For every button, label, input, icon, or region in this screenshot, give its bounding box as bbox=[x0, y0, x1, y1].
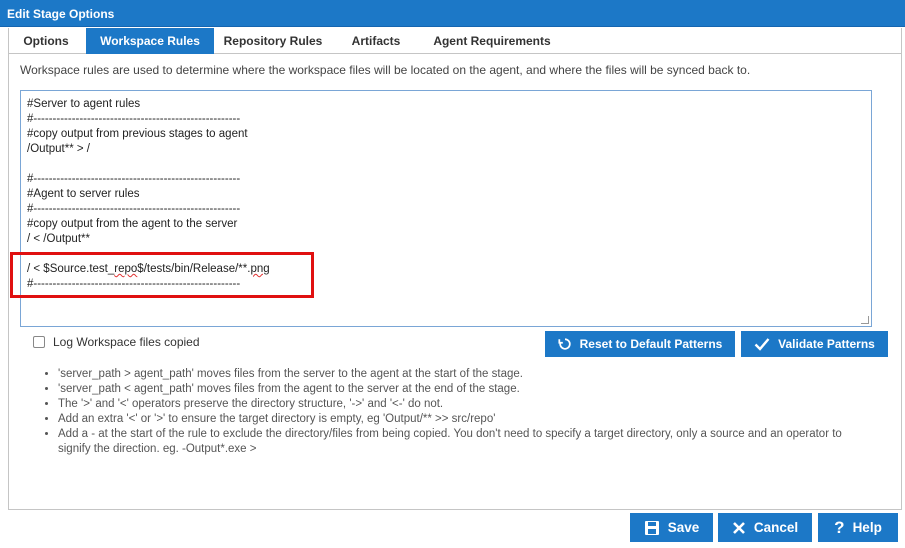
tab-repository-rules[interactable]: Repository Rules bbox=[216, 28, 330, 54]
close-icon bbox=[732, 521, 746, 535]
editor-line: #copy output from the agent to the serve… bbox=[27, 218, 238, 230]
editor-line: #---------------------------------------… bbox=[27, 113, 241, 125]
note-item: The '>' and '<' operators preserve the d… bbox=[58, 397, 870, 412]
cancel-button[interactable]: Cancel bbox=[718, 513, 812, 542]
save-icon bbox=[644, 520, 660, 536]
editor-line: #---------------------------------------… bbox=[27, 173, 241, 185]
tab-options[interactable]: Options bbox=[8, 28, 84, 54]
editor-line: #Server to agent rules bbox=[27, 98, 141, 110]
resize-grip-icon[interactable] bbox=[861, 316, 869, 324]
editor-line: #copy output from previous stages to age… bbox=[27, 128, 248, 140]
dialog-title: Edit Stage Options bbox=[0, 0, 905, 27]
check-icon bbox=[754, 337, 770, 351]
note-item: 'server_path > agent_path' moves files f… bbox=[58, 367, 870, 382]
log-workspace-label: Log Workspace files copied bbox=[53, 335, 200, 349]
workspace-rules-description: Workspace rules are used to determine wh… bbox=[20, 63, 751, 77]
tab-artifacts[interactable]: Artifacts bbox=[338, 28, 414, 54]
reset-icon bbox=[558, 337, 572, 351]
note-item: Add an extra '<' or '>' to ensure the ta… bbox=[58, 412, 870, 427]
tab-workspace-rules[interactable]: Workspace Rules bbox=[86, 28, 214, 54]
save-button[interactable]: Save bbox=[630, 513, 713, 542]
question-icon: ? bbox=[834, 517, 845, 537]
editor-line: #Agent to server rules bbox=[27, 188, 140, 200]
editor-line: / < /Output** bbox=[27, 233, 90, 245]
notes-list: 'server_path > agent_path' moves files f… bbox=[40, 367, 870, 457]
tab-agent-requirements[interactable]: Agent Requirements bbox=[423, 28, 561, 54]
log-workspace-checkbox[interactable] bbox=[33, 336, 45, 348]
note-item: 'server_path < agent_path' moves files f… bbox=[58, 382, 870, 397]
validate-patterns-button[interactable]: Validate Patterns bbox=[741, 331, 888, 357]
highlight-box bbox=[10, 252, 314, 298]
editor-line: #---------------------------------------… bbox=[27, 203, 241, 215]
reset-patterns-button[interactable]: Reset to Default Patterns bbox=[545, 331, 735, 357]
tab-bar: Options Workspace Rules Repository Rules… bbox=[8, 28, 902, 54]
editor-line: /Output** > / bbox=[27, 143, 90, 155]
help-button[interactable]: ? Help bbox=[818, 513, 898, 542]
note-item: Add a - at the start of the rule to excl… bbox=[58, 427, 870, 457]
